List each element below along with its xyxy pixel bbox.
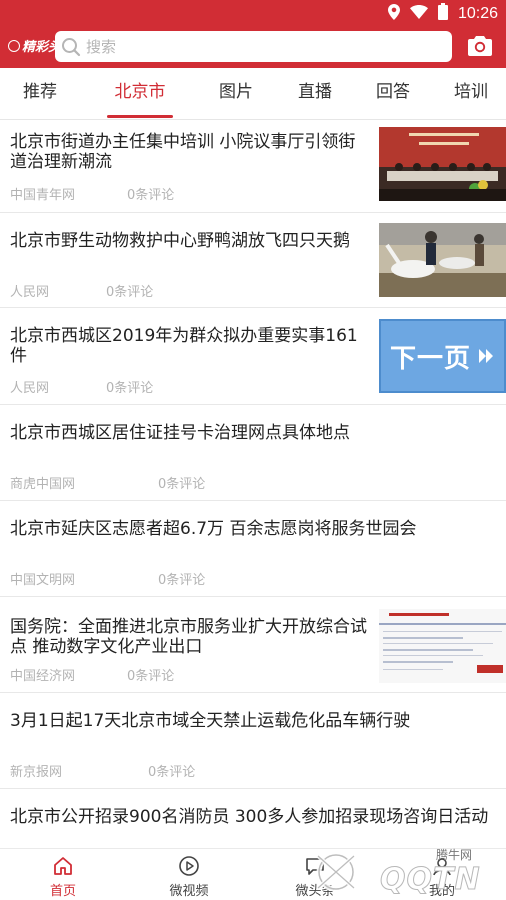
logo-seal-icon xyxy=(8,39,20,52)
news-meta: 人民网 0条评论 xyxy=(10,281,153,300)
news-source: 人民网 xyxy=(10,285,50,300)
news-item[interactable]: 国务院：全面推进北京市服务业扩大开放综合试点 推动数字文化产业出口 中国经济网 … xyxy=(0,597,506,693)
news-item[interactable]: 北京市西城区居住证挂号卡治理网点具体地点 商虎中国网 0条评论 xyxy=(0,405,506,501)
tab-recommend[interactable]: 推荐 xyxy=(22,68,58,119)
news-item[interactable]: 北京市公开招录900名消防员 300多人参加招录现场咨询日活动 xyxy=(0,789,506,848)
status-bar: 10:26 xyxy=(0,0,506,26)
watermark-site-text: 腾牛网 xyxy=(436,848,473,862)
news-meta: 新京报网 0条评论 xyxy=(10,761,195,780)
app-header: 精彩头条 搜索 xyxy=(0,26,506,68)
news-title: 北京市西城区居住证挂号卡治理网点具体地点 xyxy=(10,423,350,443)
news-title: 3月1日起17天北京市域全天禁止运载危化品车辆行驶 xyxy=(10,711,411,731)
tab-answers[interactable]: 回答 xyxy=(375,68,411,119)
news-source: 中国青年网 xyxy=(10,188,76,203)
news-source: 新京报网 xyxy=(10,765,63,780)
news-source: 中国经济网 xyxy=(10,669,76,684)
channel-tabs: 推荐 北京市 图片 直播 回答 培训 xyxy=(0,68,506,120)
next-page-button[interactable]: 下一页 xyxy=(379,319,506,393)
wifi-icon xyxy=(409,4,428,23)
nav-home-label: 首页 xyxy=(49,884,76,899)
home-icon xyxy=(23,855,103,877)
news-item[interactable]: 北京市野生动物救护中心野鸭湖放飞四只天鹅 人民网 0条评论 xyxy=(0,213,506,308)
nav-micro-video-label: 微视频 xyxy=(169,884,209,899)
news-meta: 中国经济网 0条评论 xyxy=(10,665,174,684)
news-comments: 0条评论 xyxy=(106,285,154,300)
camera-icon xyxy=(468,35,492,61)
news-item[interactable]: 北京市西城区2019年为群众拟办重要实事161件 人民网 0条评论 下一页 xyxy=(0,308,506,405)
news-comments: 0条评论 xyxy=(127,669,175,684)
news-title: 北京市野生动物救护中心野鸭湖放飞四只天鹅 xyxy=(10,231,350,251)
news-comments: 0条评论 xyxy=(106,381,154,396)
tab-training[interactable]: 培训 xyxy=(454,68,506,119)
news-title: 北京市西城区2019年为群众拟办重要实事161件 xyxy=(10,326,358,366)
news-thumbnail xyxy=(379,127,506,201)
camera-button[interactable] xyxy=(468,35,492,61)
news-title: 北京市街道办主任集中培训 小院议事厅引领街道治理新潮流 xyxy=(10,132,356,172)
search-input[interactable]: 搜索 xyxy=(55,31,452,62)
news-comments: 0条评论 xyxy=(158,477,206,492)
site-watermark: 腾牛网 QQTN xyxy=(296,842,506,900)
search-icon xyxy=(61,37,81,57)
play-circle-icon xyxy=(149,855,229,877)
status-time: 10:26 xyxy=(457,4,498,22)
news-title: 北京市公开招录900名消防员 300多人参加招录现场咨询日活动 xyxy=(10,807,489,827)
news-item[interactable]: 北京市延庆区志愿者超6.7万 百余志愿岗将服务世园会 中国文明网 0条评论 xyxy=(0,501,506,597)
news-title: 北京市延庆区志愿者超6.7万 百余志愿岗将服务世园会 xyxy=(10,519,417,539)
tab-beijing[interactable]: 北京市 xyxy=(113,68,167,119)
tab-live[interactable]: 直播 xyxy=(297,68,333,119)
active-tab-indicator xyxy=(107,115,173,118)
tab-pictures[interactable]: 图片 xyxy=(218,68,254,119)
search-placeholder: 搜索 xyxy=(86,38,117,56)
news-comments: 0条评论 xyxy=(148,765,196,780)
news-item[interactable]: 北京市街道办主任集中培训 小院议事厅引领街道治理新潮流 中国青年网 0条评论 xyxy=(0,120,506,213)
next-page-label: 下一页 xyxy=(389,343,471,374)
double-chevron-right-icon xyxy=(477,347,495,365)
nav-home[interactable]: 首页 xyxy=(23,855,103,899)
news-item[interactable]: 3月1日起17天北京市域全天禁止运载危化品车辆行驶 新京报网 0条评论 xyxy=(0,693,506,789)
news-meta: 商虎中国网 0条评论 xyxy=(10,473,205,492)
news-source: 商虎中国网 xyxy=(10,477,76,492)
news-thumbnail xyxy=(379,223,506,297)
news-meta: 中国文明网 0条评论 xyxy=(10,569,205,588)
location-icon xyxy=(387,3,400,24)
news-source: 中国文明网 xyxy=(10,573,76,588)
news-title: 国务院：全面推进北京市服务业扩大开放综合试点 推动数字文化产业出口 xyxy=(10,617,367,657)
news-comments: 0条评论 xyxy=(127,188,175,203)
watermark-brand-text: QQTN xyxy=(380,862,481,898)
news-source: 人民网 xyxy=(10,381,50,396)
news-meta: 人民网 0条评论 xyxy=(10,377,153,396)
nav-micro-video[interactable]: 微视频 xyxy=(149,855,229,899)
battery-icon xyxy=(437,3,448,24)
news-meta: 中国青年网 0条评论 xyxy=(10,184,174,203)
news-comments: 0条评论 xyxy=(158,573,206,588)
news-thumbnail xyxy=(379,609,506,683)
